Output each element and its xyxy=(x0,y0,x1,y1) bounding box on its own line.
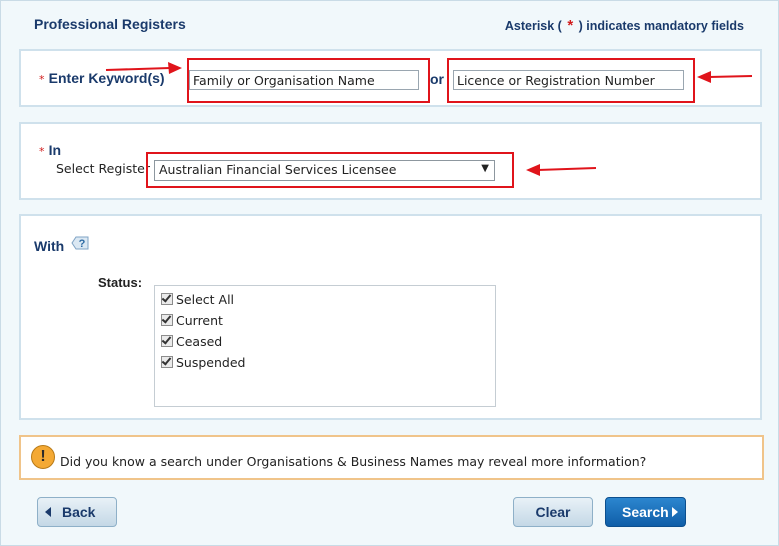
status-option-label: Ceased xyxy=(176,334,223,349)
status-option-ceased[interactable]: Ceased xyxy=(161,334,222,349)
or-label: or xyxy=(430,71,444,87)
register-select[interactable]: Australian Financial Services Licensee ▼ xyxy=(154,160,495,181)
page-title: Professional Registers xyxy=(34,16,186,32)
status-option-label: Current xyxy=(176,313,223,328)
mandatory-prefix: Asterisk ( xyxy=(504,19,562,33)
checkbox-checked-icon[interactable] xyxy=(161,293,173,305)
required-mark: * xyxy=(39,73,45,86)
status-listbox: Select All Current Ceased Suspended xyxy=(154,285,496,407)
svg-text:?: ? xyxy=(79,238,86,250)
mandatory-suffix: ) indicates mandatory fields xyxy=(578,19,744,33)
register-selected-value: Australian Financial Services Licensee xyxy=(159,162,397,177)
status-option-label: Suspended xyxy=(176,355,246,370)
help-question-icon[interactable]: ? xyxy=(71,236,89,253)
annotation-arrow-right-icon xyxy=(105,62,182,74)
checkbox-checked-icon[interactable] xyxy=(161,356,173,368)
with-panel: With ? Status: Select All Current Ceased… xyxy=(19,214,762,420)
page-frame: Professional Registers Asterisk ( * ) in… xyxy=(0,0,779,546)
select-register-label: Select Register xyxy=(56,161,151,176)
with-label: With xyxy=(34,238,65,254)
status-option-label: Select All xyxy=(176,292,235,307)
checkbox-checked-icon[interactable] xyxy=(161,314,173,326)
clear-button[interactable]: Clear xyxy=(513,497,593,527)
clear-button-label: Clear xyxy=(535,504,571,520)
mandatory-note: Asterisk ( * ) indicates mandatory field… xyxy=(505,17,744,34)
in-label-group: * In xyxy=(39,142,61,159)
info-warning-icon: ! xyxy=(31,445,55,469)
keyword-panel: * Enter Keyword(s) or xyxy=(19,49,762,107)
search-button-label: Search xyxy=(622,504,669,520)
mandatory-star: * xyxy=(567,17,574,34)
back-button[interactable]: Back xyxy=(37,497,117,527)
required-mark: * xyxy=(39,145,45,158)
annotation-arrow-left-icon xyxy=(697,71,753,83)
info-text: Did you know a search under Organisation… xyxy=(60,454,647,469)
name-input[interactable] xyxy=(189,70,419,90)
info-banner: ! Did you know a search under Organisati… xyxy=(19,435,764,480)
dropdown-caret-icon: ▼ xyxy=(481,163,489,174)
status-label: Status: xyxy=(98,275,143,290)
annotation-arrow-left-icon xyxy=(526,164,597,176)
licence-number-input[interactable] xyxy=(453,70,684,90)
back-button-label: Back xyxy=(62,504,96,520)
checkbox-checked-icon[interactable] xyxy=(161,335,173,347)
arrow-right-icon xyxy=(672,507,678,517)
status-option-select-all[interactable]: Select All xyxy=(161,292,234,307)
arrow-left-icon xyxy=(45,507,51,517)
register-panel: * In Select Register Australian Financia… xyxy=(19,122,762,200)
status-option-suspended[interactable]: Suspended xyxy=(161,355,245,370)
status-option-current[interactable]: Current xyxy=(161,313,223,328)
search-button[interactable]: Search xyxy=(605,497,686,527)
in-label: In xyxy=(48,142,62,158)
